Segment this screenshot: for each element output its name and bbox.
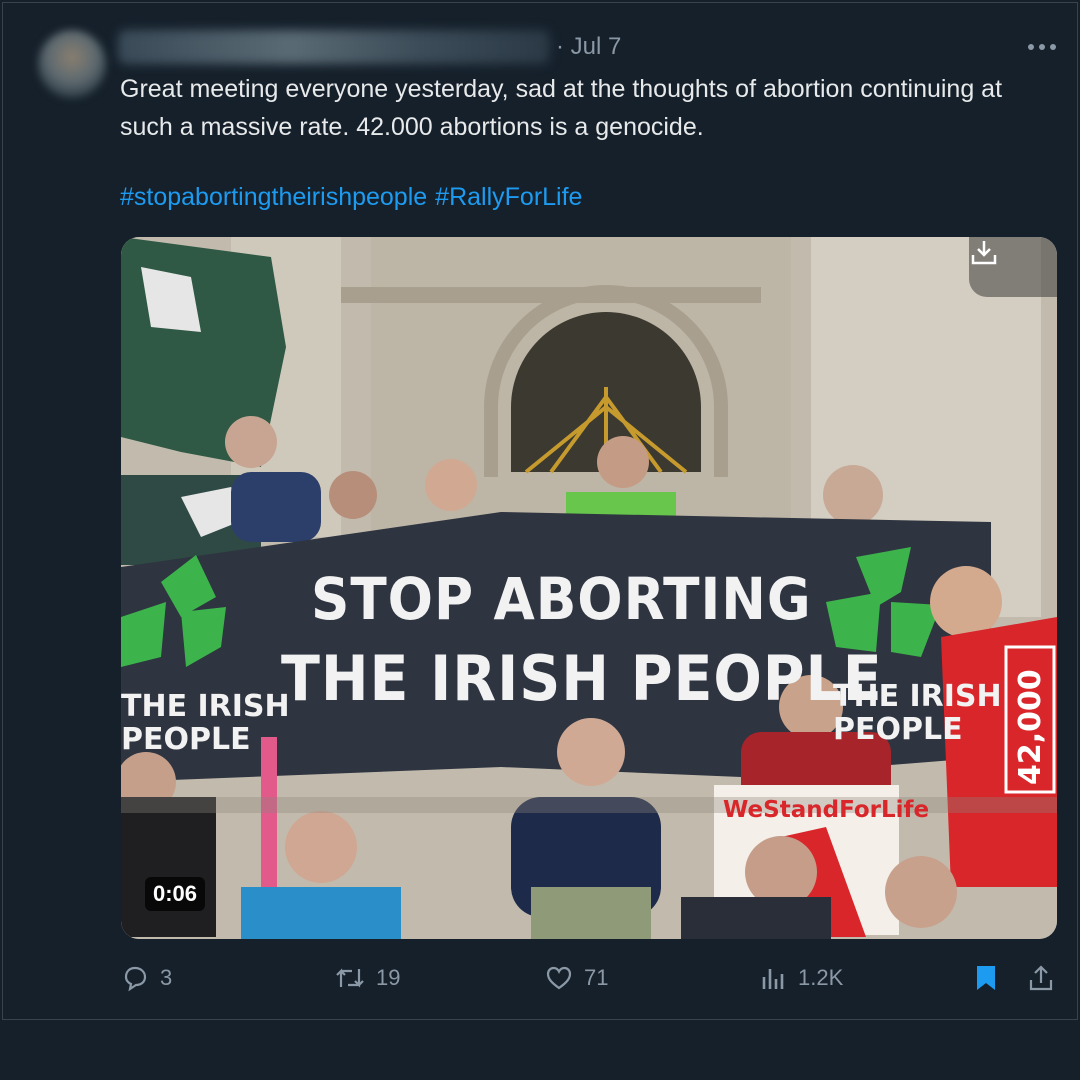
sign-text: WeStandForLife: [723, 797, 930, 823]
share-button[interactable]: [1026, 958, 1056, 998]
download-button[interactable]: [969, 237, 1057, 297]
like-icon: [546, 966, 572, 990]
logo-text-right-1: THE IRISH: [833, 679, 1002, 714]
reply-count: 3: [160, 965, 173, 990]
blurred-face: [225, 416, 277, 468]
more-options-button[interactable]: [1022, 30, 1062, 64]
repost-icon: [336, 968, 364, 988]
logo-text-right-2: PEOPLE: [833, 712, 963, 747]
blurred-face: [823, 465, 883, 525]
more-icon: [1028, 44, 1056, 50]
blurred-face: [885, 856, 957, 928]
blurred-face: [285, 811, 357, 883]
author-name-redacted[interactable]: [118, 30, 550, 64]
hashtag-link[interactable]: #RallyForLife: [435, 183, 582, 211]
counter-text: 42,000: [1013, 669, 1048, 785]
repost-count: 19: [376, 965, 401, 990]
download-icon: [971, 241, 997, 265]
post-text: Great meeting everyone yesterday, sad at…: [120, 75, 1003, 141]
hashtag-line: #stopabortingtheirishpeople #RallyForLife: [120, 178, 1020, 216]
reply-icon: [124, 966, 147, 992]
hashtag-link[interactable]: #stopabortingtheirishpeople: [120, 183, 427, 211]
blurred-face: [597, 436, 649, 488]
banner-line-2: THE IRISH PEOPLE: [281, 642, 883, 715]
blurred-face: [930, 566, 1002, 638]
logo-text-left-1: THE IRISH: [121, 689, 290, 724]
share-icon: [1029, 965, 1053, 991]
blurred-face: [329, 471, 377, 519]
like-count: 71: [584, 965, 609, 990]
logo-text-left-2: PEOPLE: [121, 722, 251, 757]
blurred-face: [425, 459, 477, 511]
avatar[interactable]: [38, 30, 106, 98]
blurred-face: [557, 718, 625, 786]
views-count: 1.2K: [798, 965, 844, 990]
reply-button[interactable]: 3: [120, 958, 172, 998]
post-video[interactable]: STOP ABORTING THE IRISH PEOPLE THE IRISH…: [121, 237, 1057, 939]
banner-line-1: STOP ABORTING: [311, 565, 812, 633]
bookmark-button[interactable]: [972, 958, 1000, 998]
post-timestamp[interactable]: · Jul 7: [556, 30, 621, 64]
repost-button[interactable]: 19: [334, 958, 400, 998]
bookmark-icon: [977, 966, 995, 990]
like-button[interactable]: 71: [544, 958, 608, 998]
views-button[interactable]: 1.2K: [760, 958, 843, 998]
video-duration: 0:06: [145, 877, 206, 911]
views-icon: [762, 969, 784, 989]
